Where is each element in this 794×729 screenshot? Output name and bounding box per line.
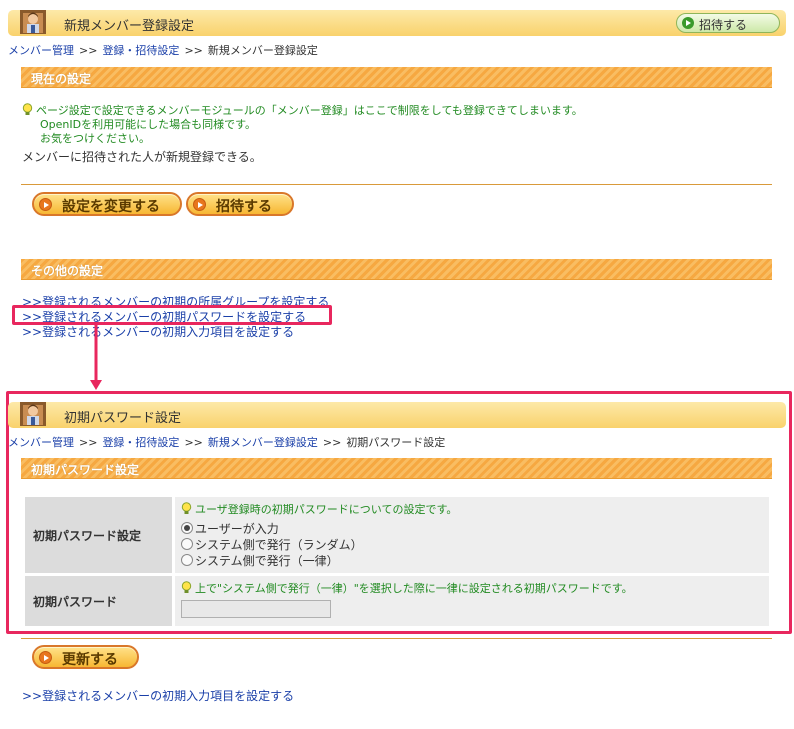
radio-option-user-input[interactable]: ユーザーが入力 xyxy=(181,521,763,537)
breadcrumb-member-admin[interactable]: メンバー管理 xyxy=(8,44,74,57)
breadcrumb-registration-invite[interactable]: 登録・招待設定 xyxy=(102,436,179,449)
other-settings-bar: その他の設定 xyxy=(21,259,772,280)
breadcrumb-member-admin[interactable]: メンバー管理 xyxy=(8,436,74,449)
other-settings-heading: その他の設定 xyxy=(31,264,104,278)
password-breadcrumb: メンバー管理 >> 登録・招待設定 >> 新規メンバー登録設定 >> 初期パスワード設定 xyxy=(8,436,446,449)
password-section-bar: 初期パスワード設定 xyxy=(21,458,772,479)
current-settings-bar: 現在の設定 xyxy=(21,67,772,88)
table-row: 初期パスワード設定 ユーザ登録時の初期パスワードについての設定です。 ユーザーが… xyxy=(25,497,769,573)
current-status-text: メンバーに招待された人が新規登録できる。 xyxy=(22,150,262,164)
row-label-initial-password: 初期パスワード xyxy=(25,576,172,626)
password-setting-hint: ユーザ登録時の初期パスワードについての設定です。 xyxy=(181,501,763,517)
password-form-table: 初期パスワード設定 ユーザ登録時の初期パスワードについての設定です。 ユーザーが… xyxy=(22,494,772,629)
table-row: 初期パスワード 上で"システム側で発行（一律）"を選択した際に一律に設定される初… xyxy=(25,576,769,626)
initial-password-hint: 上で"システム側で発行（一律）"を選択した際に一律に設定される初期パスワードです… xyxy=(181,580,763,596)
password-page-header: 初期パスワード設定 xyxy=(8,402,786,428)
link-highlight-box xyxy=(12,305,332,325)
breadcrumb-current: 新規メンバー登録設定 xyxy=(207,44,318,57)
header-invite-button[interactable]: 招待する xyxy=(676,13,780,33)
invite-button[interactable]: 招待する xyxy=(186,192,294,216)
play-icon xyxy=(39,198,52,211)
radio-unchecked-icon[interactable] xyxy=(181,538,193,550)
initial-password-cell: 上で"システム側で発行（一律）"を選択した際に一律に設定される初期パスワードです… xyxy=(175,576,769,626)
play-icon xyxy=(39,651,52,664)
current-settings-hint-3: お気をつけください。 xyxy=(40,132,150,145)
password-mode-radio-group: ユーザーが入力 システム側で発行（ランダム） システム側で発行（一律） xyxy=(181,521,763,569)
page-header: 新規メンバー登録設定 xyxy=(8,10,786,36)
play-icon xyxy=(682,17,694,29)
breadcrumb: メンバー管理 >> 登録・招待設定 >> 新規メンバー登録設定 xyxy=(8,44,318,57)
lightbulb-icon xyxy=(181,581,192,593)
member-avatar-icon xyxy=(20,402,46,426)
lightbulb-icon xyxy=(181,502,192,514)
radio-option-system-uniform[interactable]: システム側で発行（一律） xyxy=(181,553,763,569)
update-button[interactable]: 更新する xyxy=(32,645,139,669)
member-avatar-icon xyxy=(20,10,46,34)
radio-checked-icon[interactable] xyxy=(181,522,193,534)
lightbulb-icon xyxy=(22,103,33,115)
page-title: 新規メンバー登録設定 xyxy=(64,19,195,34)
arrow-down-icon xyxy=(90,324,102,390)
breadcrumb-current: 初期パスワード設定 xyxy=(346,436,446,449)
link-initial-input-items-bottom[interactable]: >>登録されるメンバーの初期入力項目を設定する xyxy=(22,687,294,704)
divider xyxy=(21,638,772,639)
play-icon xyxy=(193,198,206,211)
radio-option-system-random[interactable]: システム側で発行（ランダム） xyxy=(181,537,763,553)
link-initial-input-items[interactable]: >>登録されるメンバーの初期入力項目を設定する xyxy=(22,323,294,340)
password-page-title: 初期パスワード設定 xyxy=(64,411,182,426)
password-setting-cell: ユーザ登録時の初期パスワードについての設定です。 ユーザーが入力 システム側で発… xyxy=(175,497,769,573)
initial-password-input[interactable] xyxy=(181,600,331,618)
password-section-heading: 初期パスワード設定 xyxy=(31,463,140,477)
change-settings-button[interactable]: 設定を変更する xyxy=(32,192,182,216)
row-label-password-setting: 初期パスワード設定 xyxy=(25,497,172,573)
breadcrumb-registration-invite[interactable]: 登録・招待設定 xyxy=(102,44,179,57)
breadcrumb-new-member-settings[interactable]: 新規メンバー登録設定 xyxy=(208,436,318,449)
current-settings-heading: 現在の設定 xyxy=(31,72,92,86)
radio-unchecked-icon[interactable] xyxy=(181,554,193,566)
header-invite-label: 招待する xyxy=(699,18,748,32)
divider xyxy=(21,184,772,185)
